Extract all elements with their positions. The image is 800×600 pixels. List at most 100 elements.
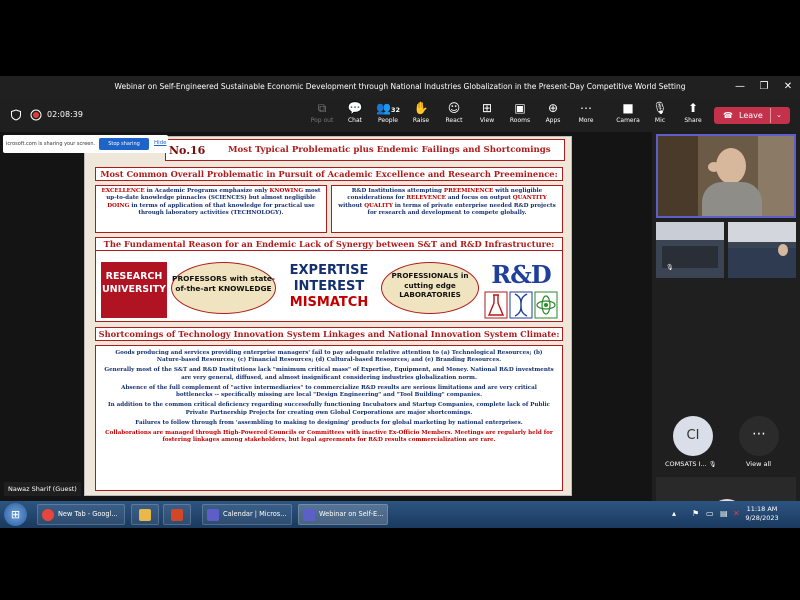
camera-off-icon: ■ xyxy=(622,101,634,115)
window-title: Webinar on Self-Engineered Sustainable E… xyxy=(114,82,686,91)
bookshelf xyxy=(658,136,698,216)
shortcomings-list: Goods producing and services providing e… xyxy=(95,345,563,491)
share-button[interactable]: ⬆ Share xyxy=(678,101,708,124)
ceiling xyxy=(656,222,724,240)
view-all-label: View all xyxy=(746,460,772,468)
preeminence-card: R&D Institutions attempting PREEMINENCE … xyxy=(331,185,563,233)
meeting-timer: 02:08:39 xyxy=(47,110,83,119)
divider xyxy=(770,108,771,123)
chevron-down-icon[interactable]: ⌄ xyxy=(776,107,782,124)
list-item: Goods producing and services providing e… xyxy=(115,350,543,364)
grid-icon: ⊞ xyxy=(481,101,493,115)
slide-number: No.16 xyxy=(169,144,206,157)
mic-button[interactable]: 🎙 Mic xyxy=(645,101,675,124)
avatar-ci[interactable]: CI xyxy=(673,416,713,456)
participant-video-tile-room[interactable]: 🎙 xyxy=(656,222,724,278)
shared-screen-stage: No.16 Most Typical Problematic plus Ende… xyxy=(0,132,652,501)
volume-muted-icon[interactable]: ✕ xyxy=(733,509,740,518)
view-all-button[interactable]: ⋯ xyxy=(739,416,779,456)
slide-title-bar: No.16 Most Typical Problematic plus Ende… xyxy=(165,139,565,161)
participant-gallery: 🎙 CI COMSATS I... 🎙 ⋯ View all MK xyxy=(652,132,800,501)
mic-off-icon: 🎙 xyxy=(708,461,717,468)
people-icon: 👥32 xyxy=(376,101,400,115)
react-button[interactable]: ☺ React xyxy=(439,101,469,124)
show-hidden-icons[interactable]: ▴ xyxy=(672,509,676,518)
participant-tile-mk[interactable]: MK xyxy=(656,477,796,501)
rooms-icon: ▣ xyxy=(514,101,526,115)
synergy-section: The Fundamental Reason for an Endemic La… xyxy=(95,237,563,322)
list-item-highlight: Collaborations are managed through High-… xyxy=(105,429,553,444)
taskbar-webinar[interactable]: Webinar on Self-E... xyxy=(298,504,388,525)
taskbar-powerpoint[interactable] xyxy=(163,504,191,525)
mic-off-icon: 🎙 xyxy=(652,101,668,115)
desktop: Webinar on Self-Engineered Sustainable E… xyxy=(0,0,800,600)
taskbar-calendar[interactable]: Calendar | Micros... xyxy=(202,504,292,525)
apps-icon: ⊕ xyxy=(547,101,559,115)
presentation-slide: No.16 Most Typical Problematic plus Ende… xyxy=(84,136,572,496)
folder-icon xyxy=(139,509,151,521)
speaker-hand xyxy=(708,162,720,172)
pop-out-button[interactable]: ⧉ Pop out xyxy=(307,101,337,124)
list-item: In addition to the common critical defic… xyxy=(107,402,551,416)
research-university-label: RESEARCH UNIVERSITY xyxy=(101,262,167,318)
taskbar-explorer[interactable] xyxy=(131,504,159,525)
pop-out-icon: ⧉ xyxy=(317,101,327,115)
speaker-face xyxy=(716,148,746,184)
raise-hand-button[interactable]: ✋ Raise xyxy=(406,101,436,124)
more-button[interactable]: ⋯ More xyxy=(571,101,601,124)
speaker-shirt xyxy=(702,182,762,216)
chat-button[interactable]: 💬 Chat xyxy=(340,101,370,124)
screen-share-notice: icrosoft.com is sharing your screen. Sto… xyxy=(3,135,168,153)
minimize-button[interactable]: — xyxy=(728,76,752,98)
shield-icon xyxy=(11,109,21,121)
more-icon: ⋯ xyxy=(580,101,592,115)
section-header-3: Shortcomings of Technology Innovation Sy… xyxy=(95,327,563,341)
people-button[interactable]: 👥32 People xyxy=(373,101,403,124)
list-item: Absence of the full complement of "activ… xyxy=(121,384,537,399)
network-icon[interactable]: ▤ xyxy=(720,509,728,518)
professionals-oval: PROFESSIONALS in cutting edge LABORATORI… xyxy=(381,262,479,314)
flag-icon[interactable]: ⚑ xyxy=(692,509,699,518)
participant-face xyxy=(778,244,788,256)
chrome-icon xyxy=(42,509,54,521)
windows-taskbar: ⊞ New Tab - Googl... Calendar | Micros..… xyxy=(0,501,800,528)
start-button[interactable]: ⊞ xyxy=(4,503,27,526)
maximize-button[interactable]: ❐ xyxy=(752,76,776,98)
wall xyxy=(758,136,794,216)
section-header-1: Most Common Overall Problematic in Pursu… xyxy=(95,167,563,181)
rd-logo: R&D xyxy=(483,260,559,320)
close-button[interactable]: ✕ xyxy=(776,76,800,98)
teams-meeting-window: Webinar on Self-Engineered Sustainable E… xyxy=(0,76,800,501)
stop-sharing-button[interactable]: Stop sharing xyxy=(99,138,149,150)
apps-button[interactable]: ⊕ Apps xyxy=(538,101,568,124)
slide-title: Most Typical Problematic plus Endemic Fa… xyxy=(228,145,551,155)
professors-oval: PROFESSORS with state-of-the-art KNOWLED… xyxy=(171,262,276,314)
camera-button[interactable]: ■ Camera xyxy=(613,101,643,124)
participant-video-tile-classroom[interactable] xyxy=(728,222,796,278)
teams-icon xyxy=(207,509,219,521)
presenter-name-label: Nawaz Sharif (Guest) xyxy=(4,482,81,496)
leave-button[interactable]: ☎ Leave ⌄ xyxy=(714,107,790,124)
taskbar-chrome[interactable]: New Tab - Googl... xyxy=(37,504,125,525)
chat-icon: 💬 xyxy=(347,101,363,115)
meeting-toolbar: 02:08:39 ⧉ Pop out 💬 Chat 👥32 People ✋ Raise… xyxy=(0,98,800,132)
people-count-badge: 32 xyxy=(390,106,400,114)
participant-video-tile-speaker[interactable] xyxy=(656,134,796,218)
science-icons xyxy=(484,291,558,319)
view-button[interactable]: ⊞ View xyxy=(472,101,502,124)
teams-icon xyxy=(303,509,315,521)
rooms-button[interactable]: ▣ Rooms xyxy=(505,101,535,124)
hide-link[interactable]: Hide xyxy=(154,140,167,146)
title-bar: Webinar on Self-Engineered Sustainable E… xyxy=(0,76,800,98)
ceiling xyxy=(728,222,796,242)
section-header-2: The Fundamental Reason for an Endemic La… xyxy=(95,237,563,251)
share-icon: ⬆ xyxy=(687,101,699,115)
expertise-interest-mismatch: EXPERTISE INTEREST MISMATCH xyxy=(289,263,369,310)
powerpoint-icon xyxy=(171,509,183,521)
system-clock[interactable]: 11:18 AM 9/28/2023 xyxy=(740,505,784,523)
list-item: Failures to follow through from 'assembl… xyxy=(135,419,523,426)
recording-icon xyxy=(30,109,42,121)
display-icon[interactable]: ▭ xyxy=(706,509,714,518)
hand-icon: ✋ xyxy=(413,101,429,115)
mic-off-icon: 🎙 xyxy=(666,264,674,271)
